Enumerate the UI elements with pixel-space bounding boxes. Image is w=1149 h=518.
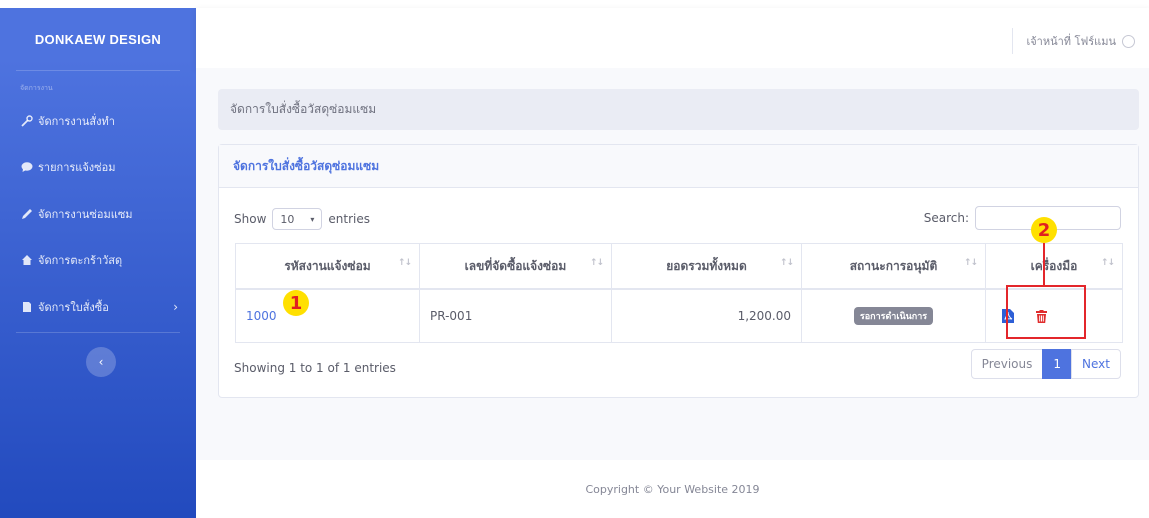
pencil-icon bbox=[22, 209, 32, 219]
entries-value: 10 bbox=[280, 212, 295, 226]
footer: Copyright © Your Website 2019 bbox=[196, 460, 1149, 518]
entries-select[interactable]: 10 ▾ bbox=[272, 208, 323, 230]
table-info: Showing 1 to 1 of 1 entries bbox=[234, 361, 396, 375]
code-link[interactable]: 1000 bbox=[246, 309, 277, 323]
cell-status: รอการดำเนินการ bbox=[801, 288, 986, 343]
sidebar-item-label: จัดการงานซ่อมแซม bbox=[38, 208, 133, 221]
sidebar-item-material-cart[interactable]: จัดการตะกร้าวัสดุ bbox=[0, 248, 196, 272]
chevron-right-icon: › bbox=[173, 300, 178, 314]
entries-label: entries bbox=[328, 212, 370, 226]
file-icon bbox=[23, 302, 31, 312]
column-header-label: รหัสงานแจ้งซ่อม bbox=[284, 258, 371, 273]
sidebar-item-label: จัดการใบสั่งซื้อ bbox=[38, 301, 109, 314]
purchase-order-card: จัดการใบสั่งซื้อวัสดุซ่อมแซม Show 10 ▾ e… bbox=[218, 144, 1139, 398]
table-row: 1000 PR-001 1,200.00 รอการดำเนินการ bbox=[235, 288, 1123, 343]
topbar: เจ้าหน้าที่ โฟร์แมน bbox=[196, 8, 1149, 68]
search-control: Search: bbox=[924, 206, 1121, 230]
sidebar-divider bbox=[16, 332, 180, 333]
annotation-connector bbox=[1043, 243, 1045, 285]
annotation-marker-1: 1 bbox=[283, 290, 309, 316]
column-header-total[interactable]: ยอดรวมทั้งหมด ↑↓ bbox=[611, 243, 802, 290]
brand-logo[interactable]: DONKAEW DESIGN bbox=[0, 8, 196, 70]
sort-icon: ↑↓ bbox=[779, 258, 794, 268]
cell-total: 1,200.00 bbox=[611, 288, 802, 343]
sidebar-item-label: รายการแจ้งซ่อม bbox=[38, 161, 116, 174]
sidebar-heading: จัดการงาน bbox=[20, 84, 53, 92]
column-header-tools[interactable]: เครื่องมือ ↑↓ bbox=[985, 243, 1123, 290]
sidebar-item-repairs[interactable]: จัดการงานซ่อมแซม bbox=[0, 202, 196, 226]
column-header-pr-no[interactable]: เลขที่จัดซื้อแจ้งซ่อม ↑↓ bbox=[419, 243, 612, 290]
column-header-code[interactable]: รหัสงานแจ้งซ่อม ↑↓ bbox=[235, 243, 420, 290]
comment-icon bbox=[21, 162, 33, 172]
user-menu[interactable]: เจ้าหน้าที่ โฟร์แมน bbox=[1026, 32, 1135, 50]
column-header-label: สถานะการอนุมัติ bbox=[849, 258, 938, 273]
sidebar-item-repair-requests[interactable]: รายการแจ้งซ่อม bbox=[0, 155, 196, 179]
sort-icon: ↑↓ bbox=[397, 258, 412, 268]
sort-icon: ↑↓ bbox=[963, 258, 978, 268]
search-label: Search: bbox=[923, 211, 969, 225]
previous-button[interactable]: Previous bbox=[970, 349, 1044, 379]
annotation-highlight-box bbox=[1006, 285, 1086, 339]
purchase-order-table: รหัสงานแจ้งซ่อม ↑↓ เลขที่จัดซื้อแจ้งซ่อม ↑… bbox=[235, 243, 1123, 343]
sort-icon: ↑↓ bbox=[589, 258, 604, 268]
next-button[interactable]: Next bbox=[1071, 349, 1121, 379]
page-1-button[interactable]: 1 bbox=[1042, 349, 1073, 379]
sort-icon: ↑↓ bbox=[1100, 258, 1115, 268]
sidebar: DONKAEW DESIGN จัดการงาน จัดการงานสั่งทำ… bbox=[0, 8, 196, 518]
home-icon bbox=[22, 255, 32, 265]
column-header-label: เลขที่จัดซื้อแจ้งซ่อม bbox=[464, 258, 567, 273]
sidebar-item-label: จัดการตะกร้าวัสดุ bbox=[38, 254, 123, 267]
chevron-left-icon: ‹ bbox=[98, 355, 104, 369]
column-header-status[interactable]: สถานะการอนุมัติ ↑↓ bbox=[801, 243, 986, 290]
card-title: จัดการใบสั่งซื้อวัสดุซ่อมแซม bbox=[219, 145, 1138, 188]
cell-code: 1000 bbox=[235, 288, 420, 343]
sidebar-item-purchase-orders[interactable]: จัดการใบสั่งซื้อ › bbox=[0, 295, 196, 319]
sidebar-toggle-button[interactable]: ‹ bbox=[86, 347, 116, 377]
topbar-divider bbox=[1012, 28, 1013, 54]
sidebar-item-label: จัดการงานสั่งทำ bbox=[38, 115, 115, 128]
cell-pr-no: PR-001 bbox=[419, 288, 612, 343]
table-header-row: รหัสงานแจ้งซ่อม ↑↓ เลขที่จัดซื้อแจ้งซ่อม ↑… bbox=[235, 243, 1123, 290]
entries-length-control: Show 10 ▾ entries bbox=[234, 208, 370, 230]
main-content: จัดการใบสั่งซื้อวัสดุซ่อมแซม จัดการใบสั่… bbox=[196, 68, 1149, 460]
column-header-label: เครื่องมือ bbox=[1030, 258, 1078, 273]
select-arrows-icon: ▾ bbox=[310, 214, 315, 224]
pagination: Previous 1 Next bbox=[970, 349, 1121, 379]
show-label: Show bbox=[234, 212, 267, 226]
user-circle-icon bbox=[1122, 34, 1135, 48]
wrench-icon bbox=[21, 115, 33, 127]
user-name: เจ้าหน้าที่ โฟร์แมน bbox=[1026, 35, 1116, 48]
column-header-label: ยอดรวมทั้งหมด bbox=[666, 258, 747, 273]
sidebar-item-orders[interactable]: จัดการงานสั่งทำ bbox=[0, 109, 196, 133]
annotation-marker-2: 2 bbox=[1031, 217, 1057, 243]
status-badge: รอการดำเนินการ bbox=[853, 307, 934, 325]
breadcrumb: จัดการใบสั่งซื้อวัสดุซ่อมแซม bbox=[218, 89, 1139, 130]
